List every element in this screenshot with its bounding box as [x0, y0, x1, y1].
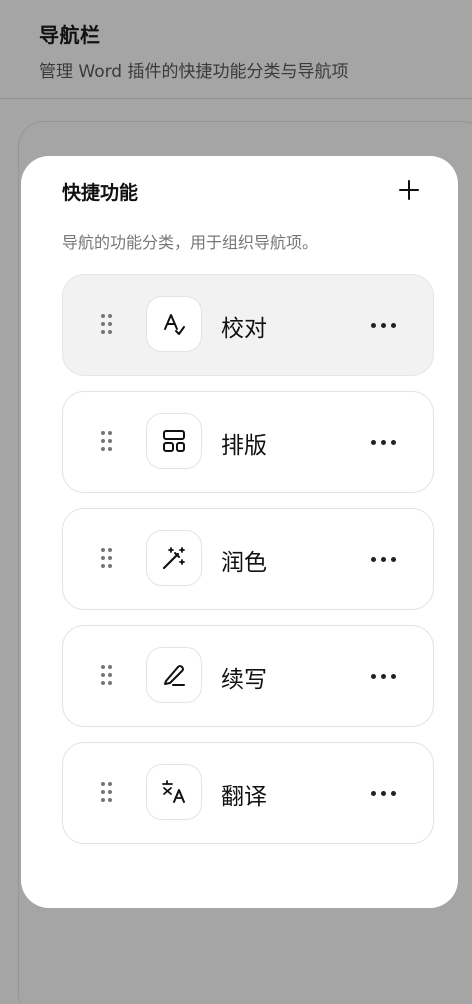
item-label: 续写: [221, 667, 267, 693]
category-list: 校对 排版 润色 续写 翻译: [62, 274, 434, 859]
item-label: 翻译: [221, 784, 267, 810]
more-options-button[interactable]: [369, 432, 399, 452]
quick-functions-sheet: 快捷功能 导航的功能分类，用于组织导航项。 校对 排版 润色 续写 翻译: [21, 156, 458, 908]
drag-handle-icon[interactable]: [101, 431, 113, 453]
list-item-layout[interactable]: 排版: [62, 391, 434, 493]
drag-handle-icon[interactable]: [101, 665, 113, 687]
add-category-button[interactable]: [397, 178, 421, 202]
page-title: 导航栏: [39, 23, 101, 47]
item-icon-box: [146, 413, 202, 469]
pen-icon: [164, 665, 185, 686]
page-header: 导航栏 管理 Word 插件的快捷功能分类与导航项: [0, 0, 472, 99]
item-icon-box: [146, 647, 202, 703]
page: 导航栏 管理 Word 插件的快捷功能分类与导航项 快捷功能 导航的功能分类，用…: [0, 0, 472, 1004]
item-label: 润色: [221, 550, 267, 576]
sheet-title: 快捷功能: [62, 182, 139, 204]
item-icon-box: [146, 530, 202, 586]
drag-handle-icon[interactable]: [101, 548, 113, 570]
item-label: 排版: [221, 433, 267, 459]
item-label: 校对: [221, 316, 267, 342]
item-icon-box: [146, 764, 202, 820]
more-options-button[interactable]: [369, 315, 399, 335]
layout-icon: [163, 430, 185, 452]
more-options-button[interactable]: [369, 549, 399, 569]
list-item-continue-writing[interactable]: 续写: [62, 625, 434, 727]
proofread-icon: [164, 314, 185, 335]
drag-handle-icon[interactable]: [101, 782, 113, 804]
item-icon-box: [146, 296, 202, 352]
more-options-button[interactable]: [369, 783, 399, 803]
sheet-description: 导航的功能分类，用于组织导航项。: [62, 233, 319, 252]
translate-icon: [162, 780, 185, 803]
drag-handle-icon[interactable]: [101, 314, 113, 336]
list-item-polish[interactable]: 润色: [62, 508, 434, 610]
list-item-translate[interactable]: 翻译: [62, 742, 434, 844]
list-item-proofread[interactable]: 校对: [62, 274, 434, 376]
page-subtitle: 管理 Word 插件的快捷功能分类与导航项: [39, 62, 349, 82]
more-options-button[interactable]: [369, 666, 399, 686]
magic-wand-icon: [162, 547, 185, 570]
